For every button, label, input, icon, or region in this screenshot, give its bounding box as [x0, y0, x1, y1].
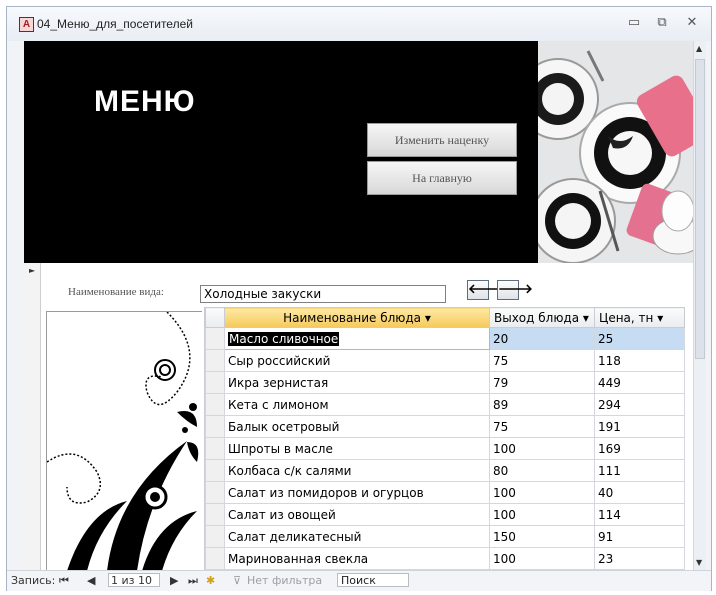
table-row[interactable]: Салат из овощей 100 114: [205, 503, 685, 526]
scroll-thumb[interactable]: [695, 59, 705, 359]
column-header-price[interactable]: Цена, тн ▾: [594, 307, 685, 328]
window-title: 04_Меню_для_посетителей: [37, 17, 193, 31]
form-body: МЕНЮ Изменить наценку На главную ► Наиме…: [24, 41, 706, 570]
record-pointer-icon: ►: [29, 266, 36, 275]
row-selector[interactable]: [205, 371, 225, 394]
next-record-icon[interactable]: ▶: [170, 574, 178, 587]
next-type-button[interactable]: 🡒: [497, 280, 533, 300]
form-vertical-scrollbar[interactable]: ▲ ▼: [693, 41, 706, 570]
cell-dish-name[interactable]: Масло сливочное: [224, 327, 490, 350]
cell-dish-name[interactable]: Сыр российский: [224, 349, 490, 372]
cell-dish-name[interactable]: Икра зернистая: [224, 371, 490, 394]
dish-type-field[interactable]: Холодные закуски: [200, 285, 446, 303]
floral-ornament: [46, 311, 202, 570]
cell-price[interactable]: 294: [594, 393, 685, 416]
table-row[interactable]: Балык осетровый 75 191: [205, 415, 685, 438]
cell-output[interactable]: 75: [489, 349, 595, 372]
dishes-datasheet[interactable]: Наименование блюда ▾ Выход блюда ▾ Цена,…: [204, 307, 689, 570]
column-header-output[interactable]: Выход блюда ▾: [489, 307, 595, 328]
cell-price[interactable]: 169: [594, 437, 685, 460]
right-arrow-icon: 🡒: [498, 282, 533, 297]
tableware-photo: [538, 41, 706, 263]
row-selector[interactable]: [205, 525, 225, 548]
row-selector[interactable]: [205, 415, 225, 438]
record-navigation-bar: Запись: ⏮ ◀ 1 из 10 ▶ ⏭ ✱ ⊽ Нет фильтра …: [7, 570, 711, 591]
table-row[interactable]: Салат из помидоров и огурцов 100 40: [205, 481, 685, 504]
cell-output[interactable]: 150: [489, 525, 595, 548]
cell-output[interactable]: 100: [489, 547, 595, 570]
access-form-window: A 04_Меню_для_посетителей ▭ ⧉ ✕ МЕНЮ Изм…: [6, 6, 712, 591]
select-all-corner[interactable]: [205, 307, 225, 328]
record-selector[interactable]: ►: [24, 263, 41, 570]
cell-dish-name[interactable]: Балык осетровый: [224, 415, 490, 438]
last-record-icon[interactable]: ⏭: [188, 574, 198, 588]
form-header: МЕНЮ Изменить наценку На главную: [24, 41, 706, 263]
change-markup-button[interactable]: Изменить наценку: [367, 123, 517, 157]
dish-type-label: Наименование вида:: [68, 286, 164, 298]
no-filter-button[interactable]: Нет фильтра: [247, 574, 322, 587]
close-button[interactable]: ✕: [682, 14, 702, 32]
cell-output[interactable]: 100: [489, 481, 595, 504]
cell-output[interactable]: 75: [489, 415, 595, 438]
table-row[interactable]: Масло сливочное 20 25: [205, 327, 685, 350]
cell-price[interactable]: 191: [594, 415, 685, 438]
new-record-icon[interactable]: ✱: [206, 574, 215, 587]
cell-dish-name[interactable]: Колбаса с/к салями: [224, 459, 490, 482]
previous-type-button[interactable]: 🡐: [467, 280, 503, 300]
table-row[interactable]: Маринованная свекла 100 23: [205, 547, 685, 570]
cell-output[interactable]: 89: [489, 393, 595, 416]
row-selector[interactable]: [205, 393, 225, 416]
tableware-photo-image: [538, 41, 706, 263]
access-app-icon: A: [19, 17, 34, 32]
scroll-down-icon[interactable]: ▼: [696, 558, 702, 567]
cell-dish-name[interactable]: Маринованная свекла: [224, 547, 490, 570]
current-record-field[interactable]: 1 из 10: [108, 573, 160, 587]
cell-price[interactable]: 91: [594, 525, 685, 548]
row-selector[interactable]: [205, 437, 225, 460]
row-selector[interactable]: [205, 503, 225, 526]
table-row[interactable]: Шпроты в масле 100 169: [205, 437, 685, 460]
minimize-button[interactable]: ▭: [624, 14, 644, 32]
restore-button[interactable]: ⧉: [652, 14, 672, 32]
row-selector[interactable]: [205, 481, 225, 504]
row-selector[interactable]: [205, 349, 225, 372]
title-bar: A 04_Меню_для_посетителей ▭ ⧉ ✕: [7, 7, 711, 41]
cell-output[interactable]: 80: [489, 459, 595, 482]
row-selector[interactable]: [205, 327, 225, 350]
column-header-dish-name[interactable]: Наименование блюда ▾: [224, 307, 490, 328]
table-row[interactable]: Икра зернистая 79 449: [205, 371, 685, 394]
cell-price[interactable]: 449: [594, 371, 685, 394]
prev-record-icon[interactable]: ◀: [87, 574, 95, 587]
page-title: МЕНЮ: [94, 85, 196, 118]
table-row[interactable]: Сыр российский 75 118: [205, 349, 685, 372]
cell-dish-name[interactable]: Салат из овощей: [224, 503, 490, 526]
cell-price[interactable]: 23: [594, 547, 685, 570]
record-label: Запись:: [11, 574, 56, 587]
cell-dish-name[interactable]: Салат из помидоров и огурцов: [224, 481, 490, 504]
cell-dish-name[interactable]: Кета с лимоном: [224, 393, 490, 416]
filter-icon: ⊽: [233, 574, 242, 587]
cell-output[interactable]: 79: [489, 371, 595, 394]
cell-price[interactable]: 111: [594, 459, 685, 482]
cell-output[interactable]: 100: [489, 437, 595, 460]
cell-dish-name[interactable]: Шпроты в масле: [224, 437, 490, 460]
row-selector[interactable]: [205, 459, 225, 482]
table-header-row: Наименование блюда ▾ Выход блюда ▾ Цена,…: [205, 307, 685, 328]
table-row[interactable]: Салат деликатесный 150 91: [205, 525, 685, 548]
cell-dish-name[interactable]: Салат деликатесный: [224, 525, 490, 548]
row-selector[interactable]: [205, 547, 225, 570]
first-record-icon[interactable]: ⏮: [59, 574, 69, 588]
cell-price[interactable]: 114: [594, 503, 685, 526]
home-button[interactable]: На главную: [367, 161, 517, 195]
scroll-up-icon[interactable]: ▲: [696, 44, 702, 53]
search-input[interactable]: Поиск: [337, 573, 409, 587]
table-row[interactable]: Кета с лимоном 89 294: [205, 393, 685, 416]
cell-price[interactable]: 25: [594, 327, 685, 350]
table-row[interactable]: Колбаса с/к салями 80 111: [205, 459, 685, 482]
floral-ornament-image: [47, 312, 199, 570]
cell-output[interactable]: 100: [489, 503, 595, 526]
cell-price[interactable]: 118: [594, 349, 685, 372]
cell-price[interactable]: 40: [594, 481, 685, 504]
cell-output[interactable]: 20: [489, 327, 595, 350]
